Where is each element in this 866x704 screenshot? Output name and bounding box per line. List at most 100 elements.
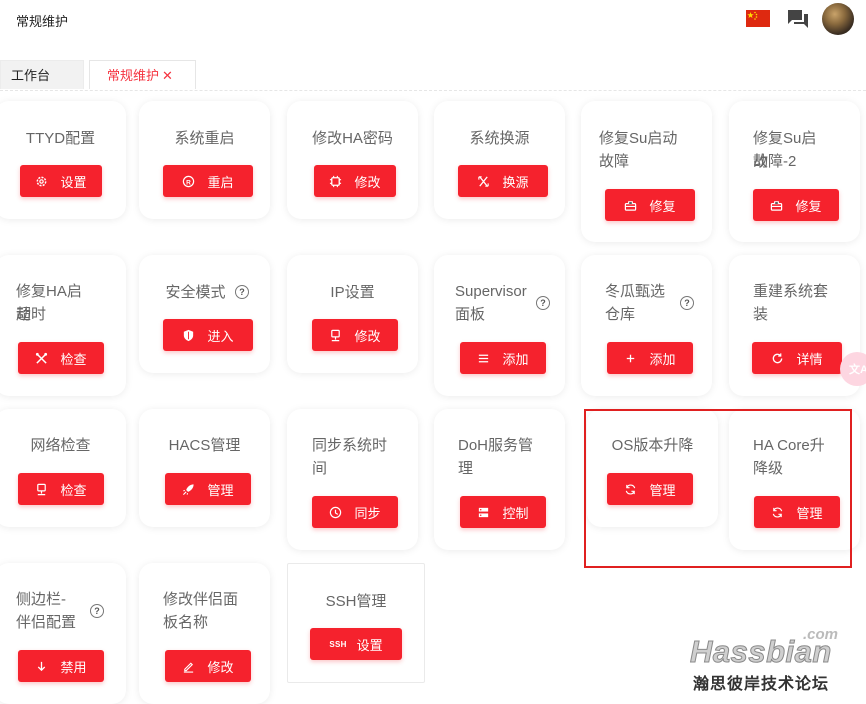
card-sync-time: 同步系统时 间 同步 [287, 409, 418, 550]
chip-icon [329, 175, 342, 188]
restart-icon: R [182, 175, 195, 188]
card-title-line1: 侧边栏- [16, 591, 66, 608]
network-port-icon [35, 483, 48, 496]
card-fix-ha: 修复HA启动 超时 检查 [0, 255, 126, 396]
gear-icon [35, 175, 48, 188]
card-title-line2: 仓库 [605, 306, 636, 323]
hacs-manage-button[interactable]: 管理 [165, 473, 251, 505]
card-supervisor: Supervisor 面板 ? 添加 [434, 255, 565, 396]
card-title-line1: 同步系统时 [312, 437, 388, 454]
card-title-line2: 面板 [455, 306, 486, 323]
card-title-line2: 伴侣配置 [16, 614, 77, 631]
svg-text:R: R [187, 179, 192, 186]
card-ip: IP设置 修改 [287, 255, 418, 373]
supervisor-add-button[interactable]: 添加 [460, 342, 546, 374]
network-port-icon [329, 329, 342, 342]
card-ssh: SSH管理 SSH 设置 [287, 563, 425, 683]
fix-su-2-button[interactable]: 修复 [753, 189, 839, 221]
edit-icon [182, 660, 195, 673]
card-sidebar: 侧边栏- 伴侣配置 ? 禁用 [0, 563, 126, 704]
card-title-line1: 修改伴侣面 [163, 591, 239, 608]
card-ttyd: TTYD配置 设置 [0, 101, 126, 219]
card-hacs: HACS管理 管理 [139, 409, 270, 527]
card-reboot: 系统重启 R 重启 [139, 101, 270, 219]
button-label: 同步 [354, 505, 381, 521]
card-title: SSH管理 [325, 593, 387, 610]
panel-name-edit-button[interactable]: 修改 [165, 650, 251, 682]
china-flag-icon[interactable] [746, 10, 770, 27]
reboot-button[interactable]: R 重启 [163, 165, 253, 197]
source-switch-button[interactable]: 换源 [458, 165, 548, 197]
tab-workbench-label: 工作台 [11, 68, 51, 83]
translate-icon: 文A [849, 364, 866, 376]
server-icon [477, 506, 490, 519]
tab-workbench[interactable]: 工作台 [0, 60, 84, 89]
top-bar: 常规维护 [0, 0, 866, 40]
doh-control-button[interactable]: 控制 [460, 496, 546, 528]
arrow-down-icon [35, 660, 48, 673]
fix-ha-check-button[interactable]: 检查 [18, 342, 104, 374]
close-icon[interactable]: ✕ [162, 68, 173, 83]
watermark-forum-name: 瀚思彼岸技术论坛 [693, 676, 830, 693]
button-label: 详情 [796, 351, 823, 367]
button-label: 换源 [502, 174, 529, 190]
card-title-line2: 故障 [599, 153, 630, 170]
help-icon[interactable]: ? [90, 604, 104, 618]
watermark-logo: .com Hassbian 瀚思彼岸技术论坛 [690, 626, 850, 693]
safe-mode-enter-button[interactable]: 进入 [163, 319, 253, 351]
card-fix-su-2: 修复Su启动 故障-2 修复 [729, 101, 860, 242]
card-title: 网络检查 [30, 437, 91, 454]
sidebar-disable-button[interactable]: 禁用 [18, 650, 104, 682]
winter-repo-add-button[interactable]: 添加 [607, 342, 693, 374]
watermark-name: Hassbian [690, 634, 832, 670]
button-label: 添加 [649, 351, 676, 367]
translate-float-button[interactable]: 文A [840, 352, 866, 386]
button-label: 修改 [354, 174, 381, 190]
card-doh: DoH服务管 理 控制 [434, 409, 565, 550]
chat-icon[interactable] [786, 8, 810, 30]
page-title: 常规维护 [16, 14, 69, 29]
card-title: TTYD配置 [25, 130, 96, 147]
card-panel-name: 修改伴侣面 板名称 修改 [139, 563, 270, 704]
card-title-line1: 重建系统套 [753, 283, 829, 300]
help-icon[interactable]: ? [235, 285, 249, 299]
card-network: 网络检查 检查 [0, 409, 126, 527]
tab-routine-maintenance-label: 常规维护 [107, 68, 160, 83]
button-label: 修复 [795, 198, 822, 214]
rebuild-details-button[interactable]: 详情 [752, 342, 842, 374]
button-label: 修改 [207, 659, 234, 675]
tab-routine-maintenance[interactable]: 常规维护 ✕ [89, 60, 196, 89]
ssh-icon: SSH [329, 639, 347, 649]
button-label: 禁用 [60, 659, 87, 675]
refresh-icon [771, 352, 784, 365]
card-source: 系统换源 换源 [434, 101, 565, 219]
card-title-line1: 冬瓜甄选 [605, 283, 666, 300]
button-label: 设置 [356, 637, 383, 653]
fix-su-button[interactable]: 修复 [605, 189, 695, 221]
ssh-settings-button[interactable]: SSH 设置 [310, 628, 402, 660]
button-label: 修复 [649, 198, 676, 214]
avatar[interactable] [822, 3, 854, 35]
card-safe-mode: 安全模式 ? 进入 [139, 255, 270, 373]
ha-password-edit-button[interactable]: 修改 [314, 165, 396, 197]
clock-icon [329, 506, 342, 519]
card-title-line1: DoH服务管 [458, 437, 534, 454]
card-title-line2: 装 [753, 306, 769, 323]
button-label: 修改 [354, 328, 381, 344]
ip-edit-button[interactable]: 修改 [312, 319, 398, 351]
highlight-box [584, 409, 852, 568]
network-check-button[interactable]: 检查 [18, 473, 104, 505]
help-icon[interactable]: ? [680, 296, 694, 310]
ttyd-settings-button[interactable]: 设置 [20, 165, 102, 197]
card-title: IP设置 [330, 284, 375, 301]
card-winter-repo: 冬瓜甄选 仓库 ? 添加 [581, 255, 712, 396]
toolbox-icon [770, 199, 783, 212]
card-title: HACS管理 [168, 437, 241, 454]
button-label: 重启 [207, 174, 234, 190]
button-label: 进入 [207, 328, 234, 344]
card-title-line2: 故障-2 [753, 153, 797, 170]
help-icon[interactable]: ? [536, 296, 550, 310]
sync-time-button[interactable]: 同步 [312, 496, 398, 528]
menu-icon [477, 352, 490, 365]
button-label: 控制 [502, 505, 529, 521]
